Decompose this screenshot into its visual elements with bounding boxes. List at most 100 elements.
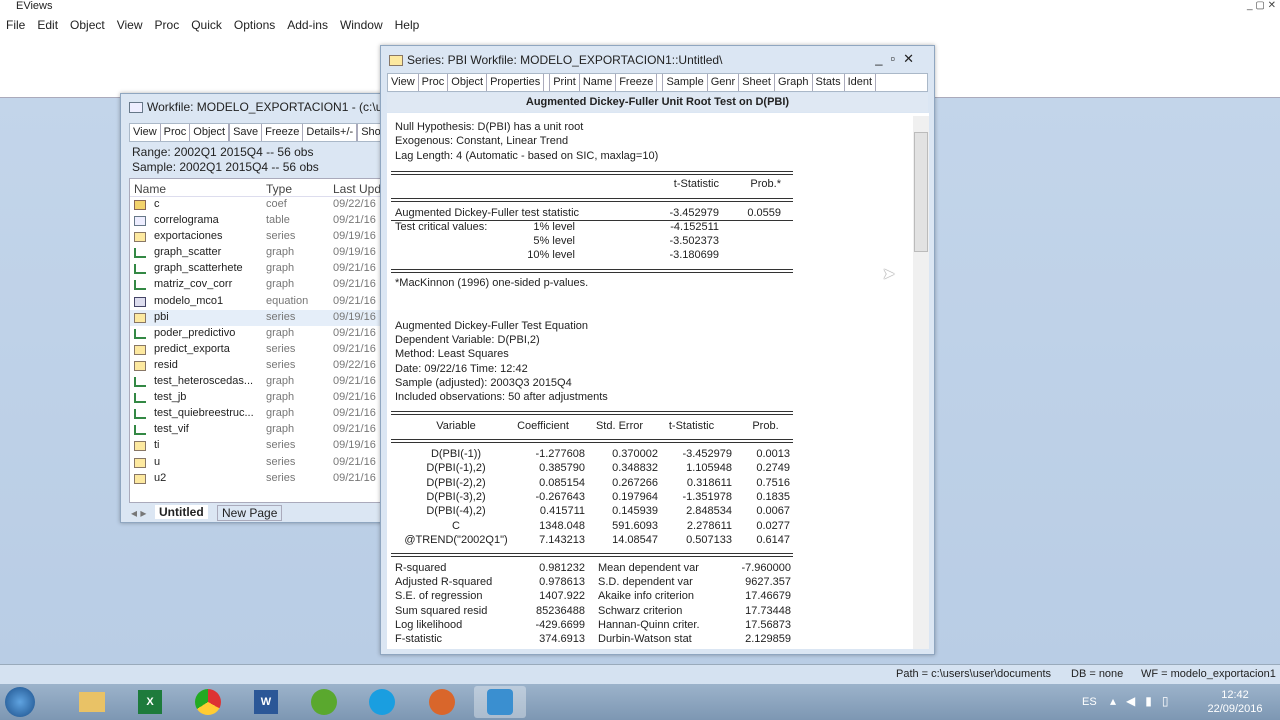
workfile-item-c[interactable]: c coef 09/22/16	[130, 197, 390, 213]
toolbar-sheet-button[interactable]: Sheet	[739, 74, 775, 91]
word-icon[interactable]: W	[240, 686, 292, 718]
window-controls[interactable]: _ ▢ ✕	[1247, 0, 1276, 12]
graph-icon	[134, 425, 146, 436]
language-indicator[interactable]: ES	[1082, 696, 1097, 708]
toolbar-ident-button[interactable]: Ident	[845, 74, 877, 91]
workfile-item-test_vif[interactable]: test_vif graph 09/21/16	[130, 422, 390, 438]
toolbar-proc-button[interactable]: Proc	[419, 74, 449, 91]
toolbar-object-button[interactable]: Object	[190, 124, 230, 141]
toolbar-proc-button[interactable]: Proc	[161, 124, 191, 141]
workfile-item-graph_scatter[interactable]: graph_scatter graph 09/19/16	[130, 245, 390, 261]
menu-edit[interactable]: Edit	[31, 18, 64, 32]
item-date: 09/21/16	[333, 214, 376, 227]
menu-object[interactable]: Object	[64, 18, 111, 32]
workfile-item-test_quiebreestruc[interactable]: test_quiebreestruc... graph 09/21/16	[130, 406, 390, 422]
menu-view[interactable]: View	[111, 18, 149, 32]
toolbar-freeze-button[interactable]: Freeze	[262, 124, 304, 141]
toolbar-graph-button[interactable]: Graph	[775, 74, 813, 91]
toolbar-stats-button[interactable]: Stats	[813, 74, 845, 91]
item-name: graph_scatterhete	[154, 262, 243, 275]
status-bar: Path = c:\users\user\documents DB = none…	[0, 664, 1280, 684]
item-date: 09/22/16	[333, 358, 376, 371]
stat-label: Sum squared resid	[395, 604, 488, 617]
column-type[interactable]: Type	[266, 182, 292, 196]
toolbar-genr-button[interactable]: Genr	[708, 74, 740, 91]
scrollbar-thumb[interactable]	[914, 132, 928, 252]
workfile-item-u2[interactable]: u2 series 09/21/16	[130, 471, 390, 487]
menu-quick[interactable]: Quick	[185, 18, 228, 32]
coef-icon	[134, 200, 146, 210]
series-icon	[134, 473, 146, 484]
toolbar-print-button[interactable]: Print	[550, 74, 580, 91]
vertical-scrollbar[interactable]	[913, 116, 929, 649]
page-tabs: ◂ ▸ Untitled New Page	[129, 504, 391, 522]
workfile-item-pbi[interactable]: pbi series 09/19/16	[130, 309, 390, 326]
app-icon[interactable]	[416, 686, 468, 718]
file-explorer-icon[interactable]	[66, 686, 118, 718]
toolbar-view-button[interactable]: View	[130, 124, 161, 141]
column-name[interactable]: Name	[134, 182, 166, 196]
item-name: ti	[154, 439, 160, 452]
tab-scroll-arrows[interactable]: ◂ ▸	[131, 506, 146, 520]
coef-value: 0.197964	[612, 490, 658, 503]
tab-new-page[interactable]: New Page	[217, 505, 283, 521]
column-last-update[interactable]: Last Upd	[333, 182, 381, 196]
menu-proc[interactable]: Proc	[149, 18, 186, 32]
toolbar-details-button[interactable]: Details+/-	[303, 124, 358, 141]
workfile-item-exportaciones[interactable]: exportaciones series 09/19/16	[130, 229, 390, 245]
tab-untitled[interactable]: Untitled	[155, 505, 208, 519]
graph-icon	[134, 280, 146, 291]
critical-value: -3.180699	[669, 249, 719, 262]
start-button[interactable]	[0, 686, 40, 718]
workfile-item-predict_exporta[interactable]: predict_exporta series 09/21/16	[130, 342, 390, 358]
coef-value: 0.1835	[756, 490, 790, 503]
toolbar-sample-button[interactable]: Sample	[663, 74, 708, 91]
workfile-item-test_heteroscedas[interactable]: test_heteroscedas... graph 09/21/16	[130, 374, 390, 390]
workfile-item-poder_predictivo[interactable]: poder_predictivo graph 09/21/16	[130, 326, 390, 342]
item-name: correlograma	[154, 214, 219, 227]
menu-options[interactable]: Options	[228, 18, 281, 32]
menu-help[interactable]: Help	[389, 18, 426, 32]
workfile-item-graph_scatterhete[interactable]: graph_scatterhete graph 09/21/16	[130, 261, 390, 277]
item-name: c	[154, 198, 160, 210]
item-name: exportaciones	[154, 230, 223, 243]
toolbar-save-button[interactable]: Save	[230, 124, 263, 141]
coef-value: -1.351978	[682, 490, 732, 503]
item-date: 09/21/16	[333, 326, 376, 339]
toolbar-name-button[interactable]: Name	[580, 74, 617, 91]
item-type: coef	[266, 198, 287, 210]
coef-value: 0.2749	[756, 462, 790, 475]
workfile-item-test_jb[interactable]: test_jb graph 09/21/16	[130, 390, 390, 406]
window-controls[interactable]: _▫✕	[875, 51, 922, 67]
toolbar-view-button[interactable]: View	[388, 74, 419, 91]
excel-icon[interactable]: X	[124, 686, 176, 718]
workfile-item-matriz_cov_corr[interactable]: matriz_cov_corr graph 09/21/16	[130, 277, 390, 293]
item-type: graph	[266, 326, 295, 339]
stat-label: R-squared	[395, 562, 447, 574]
toolbar-object-button[interactable]: Object	[448, 74, 488, 91]
workfile-item-ti[interactable]: ti series 09/19/16	[130, 438, 390, 454]
chrome-icon[interactable]	[182, 686, 234, 718]
utorrent-icon[interactable]	[298, 686, 350, 718]
series-title-bar[interactable]: Series: PBI Workfile: MODELO_EXPORTACION…	[381, 46, 934, 73]
clock[interactable]: 12:42 22/09/2016	[1200, 688, 1270, 716]
toolbar-properties-button[interactable]: Properties	[487, 74, 545, 91]
toolbar-sho-button[interactable]: Sho	[358, 124, 380, 141]
workfile-item-modelo_mco1[interactable]: modelo_mco1 equation 09/21/16	[130, 294, 390, 310]
workfile-item-u[interactable]: u series 09/21/16	[130, 455, 390, 471]
workfile-item-correlograma[interactable]: correlograma table 09/21/16	[130, 213, 390, 229]
menu-window[interactable]: Window	[334, 18, 389, 32]
eviews-taskbar-icon[interactable]	[474, 686, 526, 718]
toolbar-freeze-button[interactable]: Freeze	[616, 74, 658, 91]
tray-icons[interactable]: ▴◀▮▯	[1110, 694, 1178, 708]
item-name: u2	[154, 471, 167, 484]
variable-name: D(PBI(-4),2)	[426, 505, 486, 518]
menu-add-ins[interactable]: Add-ins	[281, 18, 334, 32]
workfile-item-resid[interactable]: resid series 09/22/16	[130, 358, 390, 374]
item-date: 09/19/16	[333, 310, 376, 323]
stat-label: Adjusted R-squared	[395, 576, 493, 589]
workfile-title[interactable]: Workfile: MODELO_EXPORTACION1 - (c:\user…	[121, 94, 389, 120]
menu-file[interactable]: File	[0, 18, 31, 32]
item-name: u	[154, 455, 161, 468]
skype-icon[interactable]	[356, 686, 408, 718]
